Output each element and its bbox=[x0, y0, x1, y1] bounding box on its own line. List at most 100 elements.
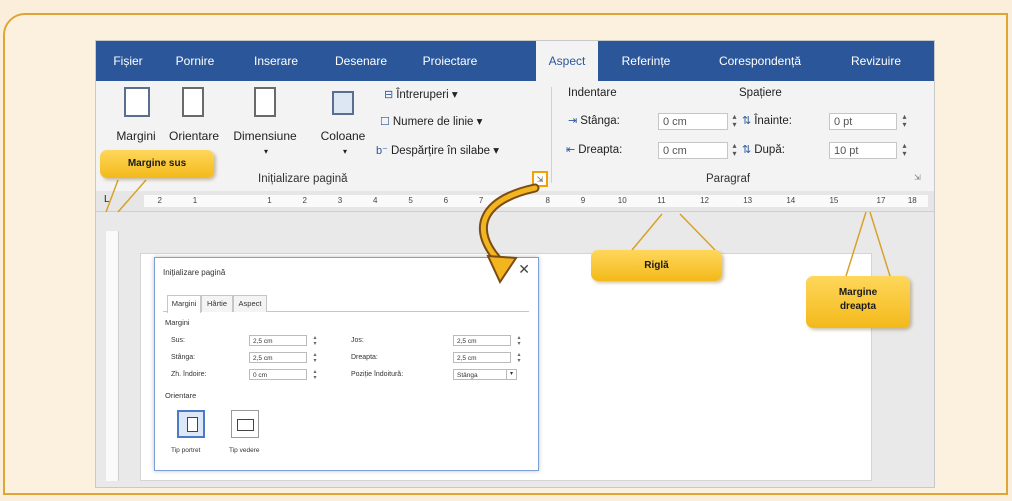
ruler-tick: 7 bbox=[478, 196, 484, 205]
indent-right-icon: ⇤ bbox=[566, 144, 576, 156]
chevron-down-icon[interactable]: ▾ bbox=[340, 147, 350, 156]
hyphenation-icon: b⁻ bbox=[376, 145, 388, 157]
tab-aspect[interactable]: Aspect bbox=[536, 41, 598, 81]
callout-margine-dreapta: Margine dreapta bbox=[806, 276, 910, 328]
ruler-tick: 2 bbox=[302, 196, 307, 205]
chevron-down-icon: ▾ bbox=[506, 370, 516, 379]
page-setup-dialog: Inițializare pagină ✕ Margini Hârtie Asp… bbox=[154, 257, 539, 471]
despartire-button[interactable]: b⁻ Despărțire în silabe ▾ bbox=[376, 143, 499, 157]
ribbon-divider bbox=[551, 87, 552, 183]
orientare-button[interactable]: Orientare bbox=[166, 129, 222, 143]
tab-corespondenta[interactable]: Corespondență bbox=[706, 41, 814, 81]
dupa-label: ⇅ După: bbox=[742, 143, 785, 156]
stanga-spinner[interactable]: ▴ ▾ bbox=[311, 352, 319, 364]
margins-icon[interactable] bbox=[124, 87, 150, 117]
tab-referinte[interactable]: Referințe bbox=[612, 41, 680, 81]
ruler-tick: 18 bbox=[907, 196, 917, 205]
inainte-text: Înainte: bbox=[754, 115, 792, 127]
dialog-tabs: Margini Hârtie Aspect bbox=[163, 295, 529, 313]
indoire-label: Zh. îndoire: bbox=[171, 371, 207, 378]
pozitie-select[interactable]: Stânga ▾ bbox=[453, 369, 517, 380]
ruler-tick: 10 bbox=[617, 196, 627, 205]
dialog-tab-margini[interactable]: Margini bbox=[167, 295, 201, 313]
jos-spinner[interactable]: ▴ ▾ bbox=[515, 335, 523, 347]
ribbon: Margini Orientare Dimensiune ▾ Coloane ▾… bbox=[96, 81, 934, 192]
space-before-spinner[interactable]: ▴ ▾ bbox=[900, 113, 909, 130]
tab-selector-icon[interactable]: L bbox=[104, 194, 110, 205]
landscape-icon bbox=[237, 419, 254, 431]
indoire-spinner[interactable]: ▴ ▾ bbox=[311, 369, 319, 381]
intreruperi-label: Întreruperi bbox=[396, 89, 449, 101]
vertical-ruler[interactable] bbox=[106, 231, 119, 481]
ruler-tick: 4 bbox=[373, 196, 378, 205]
callout-margine-dreapta-line1: Margine bbox=[838, 287, 878, 298]
jos-field[interactable]: 2,5 cm bbox=[453, 335, 511, 346]
tab-proiectare[interactable]: Proiectare bbox=[410, 41, 490, 81]
ruler-tick: 11 bbox=[657, 196, 666, 205]
space-after-spinner[interactable]: ▴ ▾ bbox=[900, 142, 909, 159]
space-after-field[interactable]: 10 pt bbox=[829, 142, 897, 159]
tab-fisier[interactable]: Fișier bbox=[108, 41, 148, 81]
numere-linie-button[interactable]: ☐ Numere de linie ▾ bbox=[380, 114, 482, 128]
group-label-paragraf: Paragraf bbox=[706, 173, 751, 185]
close-icon[interactable]: ✕ bbox=[518, 261, 530, 278]
ruler-tick: 1 bbox=[192, 196, 198, 205]
dreapta-field[interactable]: 2,5 cm bbox=[453, 352, 511, 363]
dreapta-spinner[interactable]: ▴ ▾ bbox=[515, 352, 523, 364]
word-screenshot: Fișier Pornire Inserare Desenare Proiect… bbox=[95, 40, 935, 488]
sus-field[interactable]: 2,5 cm bbox=[249, 335, 307, 346]
ruler-tick: 2 bbox=[157, 196, 162, 205]
portrait-icon bbox=[187, 417, 198, 432]
portret-label: Tip portret bbox=[171, 447, 201, 454]
ruler-track: 2 1 1 2 3 4 5 6 7 8 9 10 11 12 13 14 15 … bbox=[144, 195, 928, 207]
indoire-field[interactable]: 0 cm bbox=[249, 369, 307, 380]
callout-margine-dreapta-line2: dreapta bbox=[839, 301, 877, 312]
indent-right-spinner[interactable]: ▴ ▾ bbox=[730, 142, 739, 159]
section-margini: Margini bbox=[165, 318, 190, 327]
ruler-tick: 14 bbox=[786, 196, 796, 205]
pozitie-label: Poziție îndoitură: bbox=[351, 371, 404, 378]
indent-left-spinner[interactable]: ▴ ▾ bbox=[730, 113, 739, 130]
tab-pornire[interactable]: Pornire bbox=[164, 41, 226, 81]
page-size-icon[interactable] bbox=[254, 87, 276, 117]
tab-inserare[interactable]: Inserare bbox=[244, 41, 308, 81]
breaks-icon: ⊟ bbox=[384, 89, 394, 101]
jos-label: Jos: bbox=[351, 337, 364, 344]
coloane-button[interactable]: Coloane bbox=[318, 129, 368, 143]
portrait-option[interactable] bbox=[177, 410, 205, 438]
intreruperi-button[interactable]: ⊟ Întreruperi ▾ bbox=[384, 87, 458, 101]
horizontal-ruler[interactable]: L 2 1 1 2 3 4 5 6 7 8 9 10 11 12 13 14 1… bbox=[96, 191, 934, 212]
sus-label: Sus: bbox=[171, 337, 186, 344]
dialog-tab-hartie[interactable]: Hârtie bbox=[201, 295, 233, 312]
ruler-tick: 6 bbox=[443, 196, 449, 205]
ruler-tick: 13 bbox=[743, 196, 753, 205]
dreapta-label: Dreapta: bbox=[351, 354, 378, 361]
dialog-tab-aspect[interactable]: Aspect bbox=[233, 295, 267, 312]
tab-desenare[interactable]: Desenare bbox=[326, 41, 396, 81]
columns-icon[interactable] bbox=[332, 91, 354, 115]
indent-left-icon: ⇥ bbox=[568, 115, 578, 127]
chevron-down-icon[interactable]: ▾ bbox=[261, 147, 271, 156]
margini-button[interactable]: Margini bbox=[108, 129, 164, 143]
orientation-icon[interactable] bbox=[182, 87, 204, 117]
ruler-tick: 9 bbox=[580, 196, 586, 205]
stanga-text: Stânga: bbox=[580, 115, 620, 127]
despartire-label: Despărțire în silabe bbox=[390, 145, 491, 157]
space-before-icon: ⇅ bbox=[742, 115, 752, 127]
numere-linie-label: Numere de linie bbox=[392, 116, 474, 128]
landscape-option[interactable] bbox=[231, 410, 259, 438]
indent-left-field[interactable]: 0 cm bbox=[658, 113, 728, 130]
ruler-tick: 15 bbox=[829, 196, 839, 205]
ruler-tick: 17 bbox=[876, 196, 886, 205]
ruler-tick: 5 bbox=[408, 196, 413, 205]
dimensiune-button[interactable]: Dimensiune bbox=[229, 129, 301, 143]
tab-revizuire[interactable]: Revizuire bbox=[836, 41, 916, 81]
page-setup-launcher-icon[interactable]: ⇲ bbox=[532, 171, 548, 187]
ribbon-tab-bar: Fișier Pornire Inserare Desenare Proiect… bbox=[96, 41, 934, 81]
paragraph-launcher-icon[interactable]: ⇲ bbox=[914, 173, 921, 182]
space-before-field[interactable]: 0 pt bbox=[829, 113, 897, 130]
indent-right-field[interactable]: 0 cm bbox=[658, 142, 728, 159]
stanga-field[interactable]: 2,5 cm bbox=[249, 352, 307, 363]
sus-spinner[interactable]: ▴ ▾ bbox=[311, 335, 319, 347]
spatiere-heading: Spațiere bbox=[739, 87, 782, 99]
